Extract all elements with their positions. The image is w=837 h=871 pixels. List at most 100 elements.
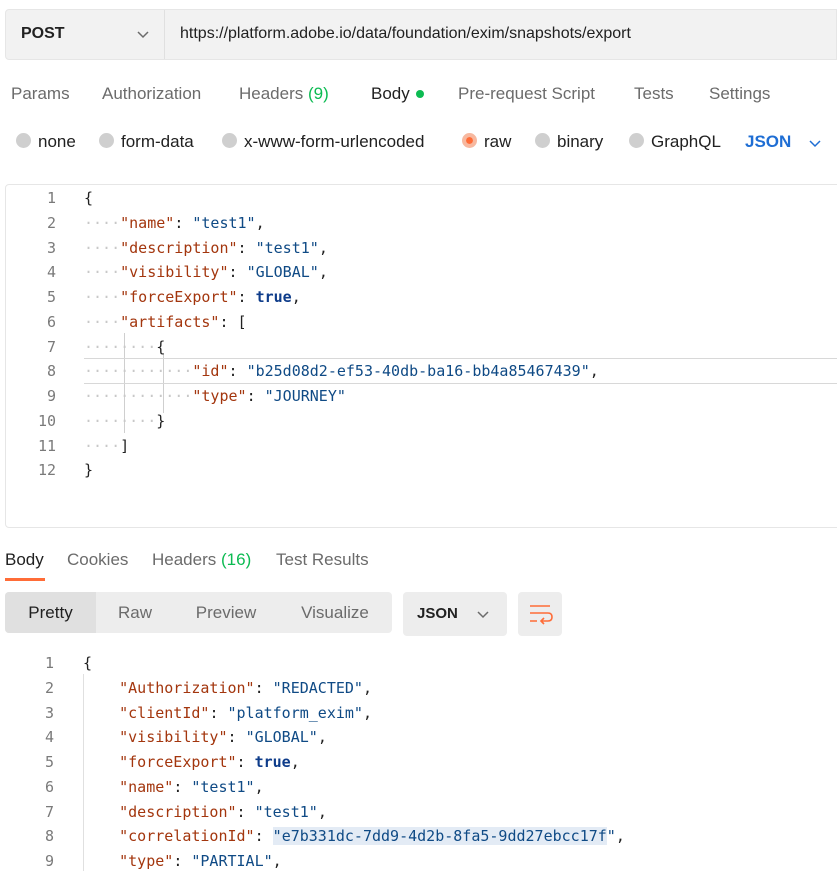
tab-body[interactable]: Body: [371, 84, 424, 104]
line-number: 4: [44, 728, 54, 746]
line-number: 1: [44, 654, 54, 672]
line-number: 5: [44, 753, 54, 771]
radio-binary-label: binary: [557, 132, 604, 151]
line-number: 7: [46, 338, 56, 356]
json-value: "JOURNEY": [264, 387, 346, 405]
tab-tests[interactable]: Tests: [634, 84, 674, 104]
code-line: ····"forceExport": true,: [84, 288, 301, 306]
correlation-id-value: e7b331dc-7dd9-4d2b-8fa5-9dd27ebcc17f: [281, 827, 607, 845]
view-visualize-button[interactable]: Visualize: [278, 592, 392, 633]
line-number: 12: [37, 461, 56, 479]
request-body-editor[interactable]: 1 2 3 4 5 6 7 8 9 10 11 12 { ····"name":…: [5, 184, 837, 528]
chevron-down-icon: [477, 611, 489, 619]
code-line: {: [84, 189, 94, 207]
view-raw-button[interactable]: Raw: [96, 592, 174, 633]
tab-headers[interactable]: Headers (9): [239, 84, 329, 104]
json-value: "PARTIAL": [191, 852, 273, 870]
json-key: "visibility": [119, 728, 228, 746]
json-value: "platform_exim": [227, 704, 363, 722]
json-value: "test1": [255, 239, 319, 257]
code-line: }: [84, 461, 94, 479]
json-key: "Authorization": [119, 679, 255, 697]
json-key: "description": [120, 239, 238, 257]
radio-raw-label: raw: [484, 132, 512, 151]
line-number: 7: [44, 803, 54, 821]
json-key: "correlationId": [119, 827, 255, 845]
line-number: 2: [44, 679, 54, 697]
request-tabs: Params Authorization Headers (9) Body Pr…: [0, 84, 837, 108]
tab-settings[interactable]: Settings: [709, 84, 770, 104]
radio-none-label: none: [38, 132, 76, 151]
line-number: 6: [46, 313, 56, 331]
code-line: "Authorization": "REDACTED",: [119, 679, 372, 697]
wrap-lines-icon: [530, 605, 553, 625]
headers-count: (9): [308, 84, 329, 103]
code-line: ····"visibility": "GLOBAL",: [84, 263, 328, 281]
url-bar: POST https://platform.adobe.io/data/foun…: [5, 9, 837, 60]
tab-headers-label: Headers: [239, 84, 304, 103]
json-key: "description": [119, 803, 237, 821]
language-select[interactable]: JSON: [745, 132, 791, 152]
json-bool: true: [255, 288, 292, 306]
json-key: "type": [119, 852, 174, 870]
format-label: JSON: [417, 605, 458, 622]
body-type-selector: none form-data x-www-form-urlencoded raw…: [0, 132, 837, 156]
tab-test-results[interactable]: Test Results: [276, 550, 369, 570]
json-value: "test1": [191, 778, 255, 796]
view-preview-button[interactable]: Preview: [174, 592, 278, 633]
json-value: "GLOBAL": [245, 728, 318, 746]
radio-graphql[interactable]: GraphQL: [629, 132, 721, 152]
line-number: 1: [46, 189, 56, 207]
active-tab-indicator: [5, 578, 45, 581]
method-selector[interactable]: POST: [6, 10, 165, 59]
view-pretty-button[interactable]: Pretty: [5, 592, 96, 633]
wrap-lines-button[interactable]: [518, 592, 562, 636]
radio-urlencoded-label: x-www-form-urlencoded: [244, 132, 425, 151]
radio-form-data[interactable]: form-data: [99, 132, 194, 152]
view-mode-selector: Pretty Raw Preview Visualize: [5, 592, 392, 633]
tab-pre-request-script[interactable]: Pre-request Script: [458, 84, 595, 104]
json-key: "forceExport": [119, 753, 237, 771]
radio-circle-selected: [462, 133, 477, 149]
line-number: 9: [46, 387, 56, 405]
radio-binary[interactable]: binary: [535, 132, 603, 152]
code-line: ····]: [84, 437, 130, 455]
radio-urlencoded[interactable]: x-www-form-urlencoded: [222, 132, 424, 152]
tab-response-headers[interactable]: Headers (16): [152, 550, 251, 570]
tab-cookies[interactable]: Cookies: [67, 550, 128, 570]
line-number: 2: [46, 214, 56, 232]
line-number: 3: [44, 704, 54, 722]
response-body-viewer[interactable]: 1 2 3 4 5 6 7 8 9 { "Authorization": "RE…: [0, 650, 837, 871]
radio-raw[interactable]: raw: [462, 132, 511, 152]
radio-none[interactable]: none: [16, 132, 76, 152]
json-key: "clientId": [119, 704, 210, 722]
tab-response-body[interactable]: Body: [5, 550, 44, 570]
code-line: "description": "test1",: [119, 803, 327, 821]
code-line: "type": "PARTIAL",: [119, 852, 282, 870]
json-value: "test1": [192, 214, 256, 232]
chevron-down-icon[interactable]: [808, 136, 822, 150]
body-status-dot: [415, 89, 424, 98]
json-key: "name": [119, 778, 174, 796]
line-number: 6: [44, 778, 54, 796]
code-line: ········{: [84, 338, 166, 356]
tab-params[interactable]: Params: [11, 84, 70, 104]
line-number: 10: [37, 412, 56, 430]
url-input[interactable]: https://platform.adobe.io/data/foundatio…: [180, 25, 631, 43]
code-line: {: [83, 654, 93, 672]
line-number: 5: [46, 288, 56, 306]
radio-form-data-label: form-data: [121, 132, 194, 151]
quote-mark: ": [606, 827, 616, 845]
json-value-highlighted: "e7b331dc-7dd9-4d2b-8fa5-9dd27ebcc17f: [272, 827, 607, 845]
json-key: "forceExport": [120, 288, 238, 306]
response-tabs: Body Cookies Headers (16) Test Results: [0, 548, 837, 582]
method-label: POST: [21, 25, 65, 42]
json-key: "artifacts": [120, 313, 220, 331]
current-line-border: [84, 358, 837, 359]
format-select[interactable]: JSON: [403, 592, 507, 636]
line-number: 9: [44, 852, 54, 870]
tab-authorization[interactable]: Authorization: [102, 84, 201, 104]
tab-body-label: Body: [371, 84, 410, 103]
line-number: 8: [46, 362, 56, 380]
radio-graphql-label: GraphQL: [651, 132, 721, 151]
